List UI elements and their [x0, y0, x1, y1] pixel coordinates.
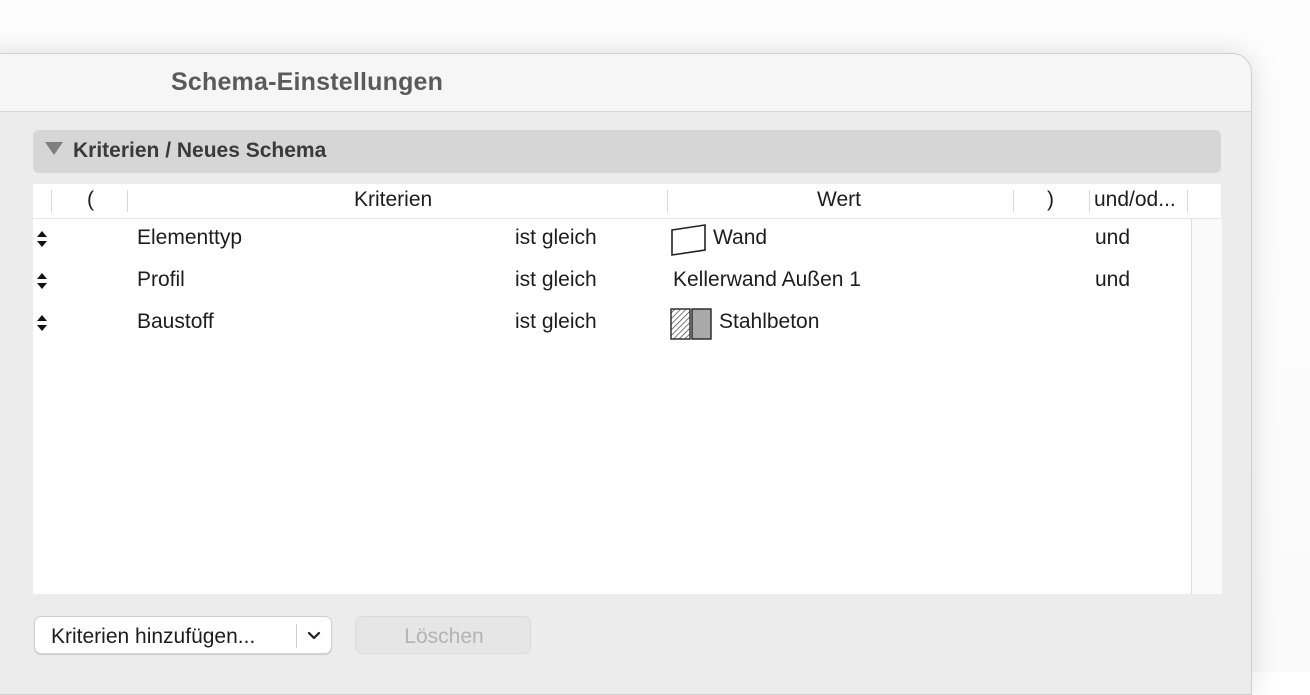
section-title: Kriterien / Neues Schema	[73, 139, 327, 162]
criteria-section-header[interactable]: Kriterien / Neues Schema	[33, 130, 1221, 173]
value-cell[interactable]: Stahlbeton	[719, 310, 819, 334]
sort-handle-icon[interactable]	[36, 272, 48, 290]
sort-handle-icon[interactable]	[36, 314, 48, 332]
operator-cell[interactable]: ist gleich	[515, 226, 597, 250]
add-criteria-label: Kriterien hinzufügen...	[51, 625, 256, 648]
logic-cell[interactable]: und	[1095, 226, 1130, 250]
title-bar[interactable]: Schema-Einstellungen	[0, 54, 1251, 112]
table-header: ( Kriterien Wert ) und/od...	[33, 184, 1221, 219]
add-criteria-button[interactable]: Kriterien hinzufügen...	[34, 616, 332, 654]
column-separator[interactable]	[667, 190, 668, 212]
logic-cell[interactable]: und	[1095, 268, 1130, 292]
criterion-cell: Elementtyp	[137, 226, 243, 249]
column-header-open-paren[interactable]: (	[87, 188, 94, 212]
value-cell[interactable]: Kellerwand Außen 1	[673, 268, 861, 292]
column-separator[interactable]	[1187, 190, 1188, 212]
material-swatch-icon	[670, 308, 712, 340]
column-separator[interactable]	[1013, 190, 1014, 212]
vertical-scrollbar[interactable]	[1191, 219, 1222, 594]
operator-cell[interactable]: ist gleich	[515, 310, 597, 334]
button-divider	[296, 624, 297, 648]
criteria-table: ( Kriterien Wert ) und/od... Elementtyp …	[33, 184, 1222, 594]
table-row[interactable]: Elementtyp ist gleich Wand und	[33, 218, 1191, 260]
delete-label: Löschen	[404, 625, 484, 648]
column-header-close-paren[interactable]: )	[1047, 188, 1054, 212]
criterion-cell: Profil	[137, 268, 185, 291]
chevron-down-icon[interactable]	[305, 627, 323, 645]
column-separator[interactable]	[1089, 190, 1090, 212]
column-separator[interactable]	[127, 190, 128, 212]
operator-cell[interactable]: ist gleich	[515, 268, 597, 292]
window-title: Schema-Einstellungen	[171, 68, 444, 96]
sort-handle-icon[interactable]	[36, 230, 48, 248]
column-separator[interactable]	[51, 190, 52, 212]
column-header-value[interactable]: Wert	[817, 188, 861, 212]
delete-button[interactable]: Löschen	[355, 616, 531, 654]
wall-icon	[671, 224, 706, 256]
disclosure-triangle-icon[interactable]	[45, 142, 63, 155]
table-row[interactable]: Baustoff ist gleich Stahlbeton	[33, 302, 1191, 344]
column-header-logic[interactable]: und/od...	[1094, 188, 1176, 212]
criterion-cell: Baustoff	[137, 310, 214, 333]
schema-settings-window: Schema-Einstellungen Kriterien / Neues S…	[0, 53, 1252, 695]
value-cell[interactable]: Wand	[713, 226, 767, 250]
column-header-criteria[interactable]: Kriterien	[354, 188, 432, 212]
table-row[interactable]: Profil ist gleich Kellerwand Außen 1 und	[33, 260, 1191, 302]
